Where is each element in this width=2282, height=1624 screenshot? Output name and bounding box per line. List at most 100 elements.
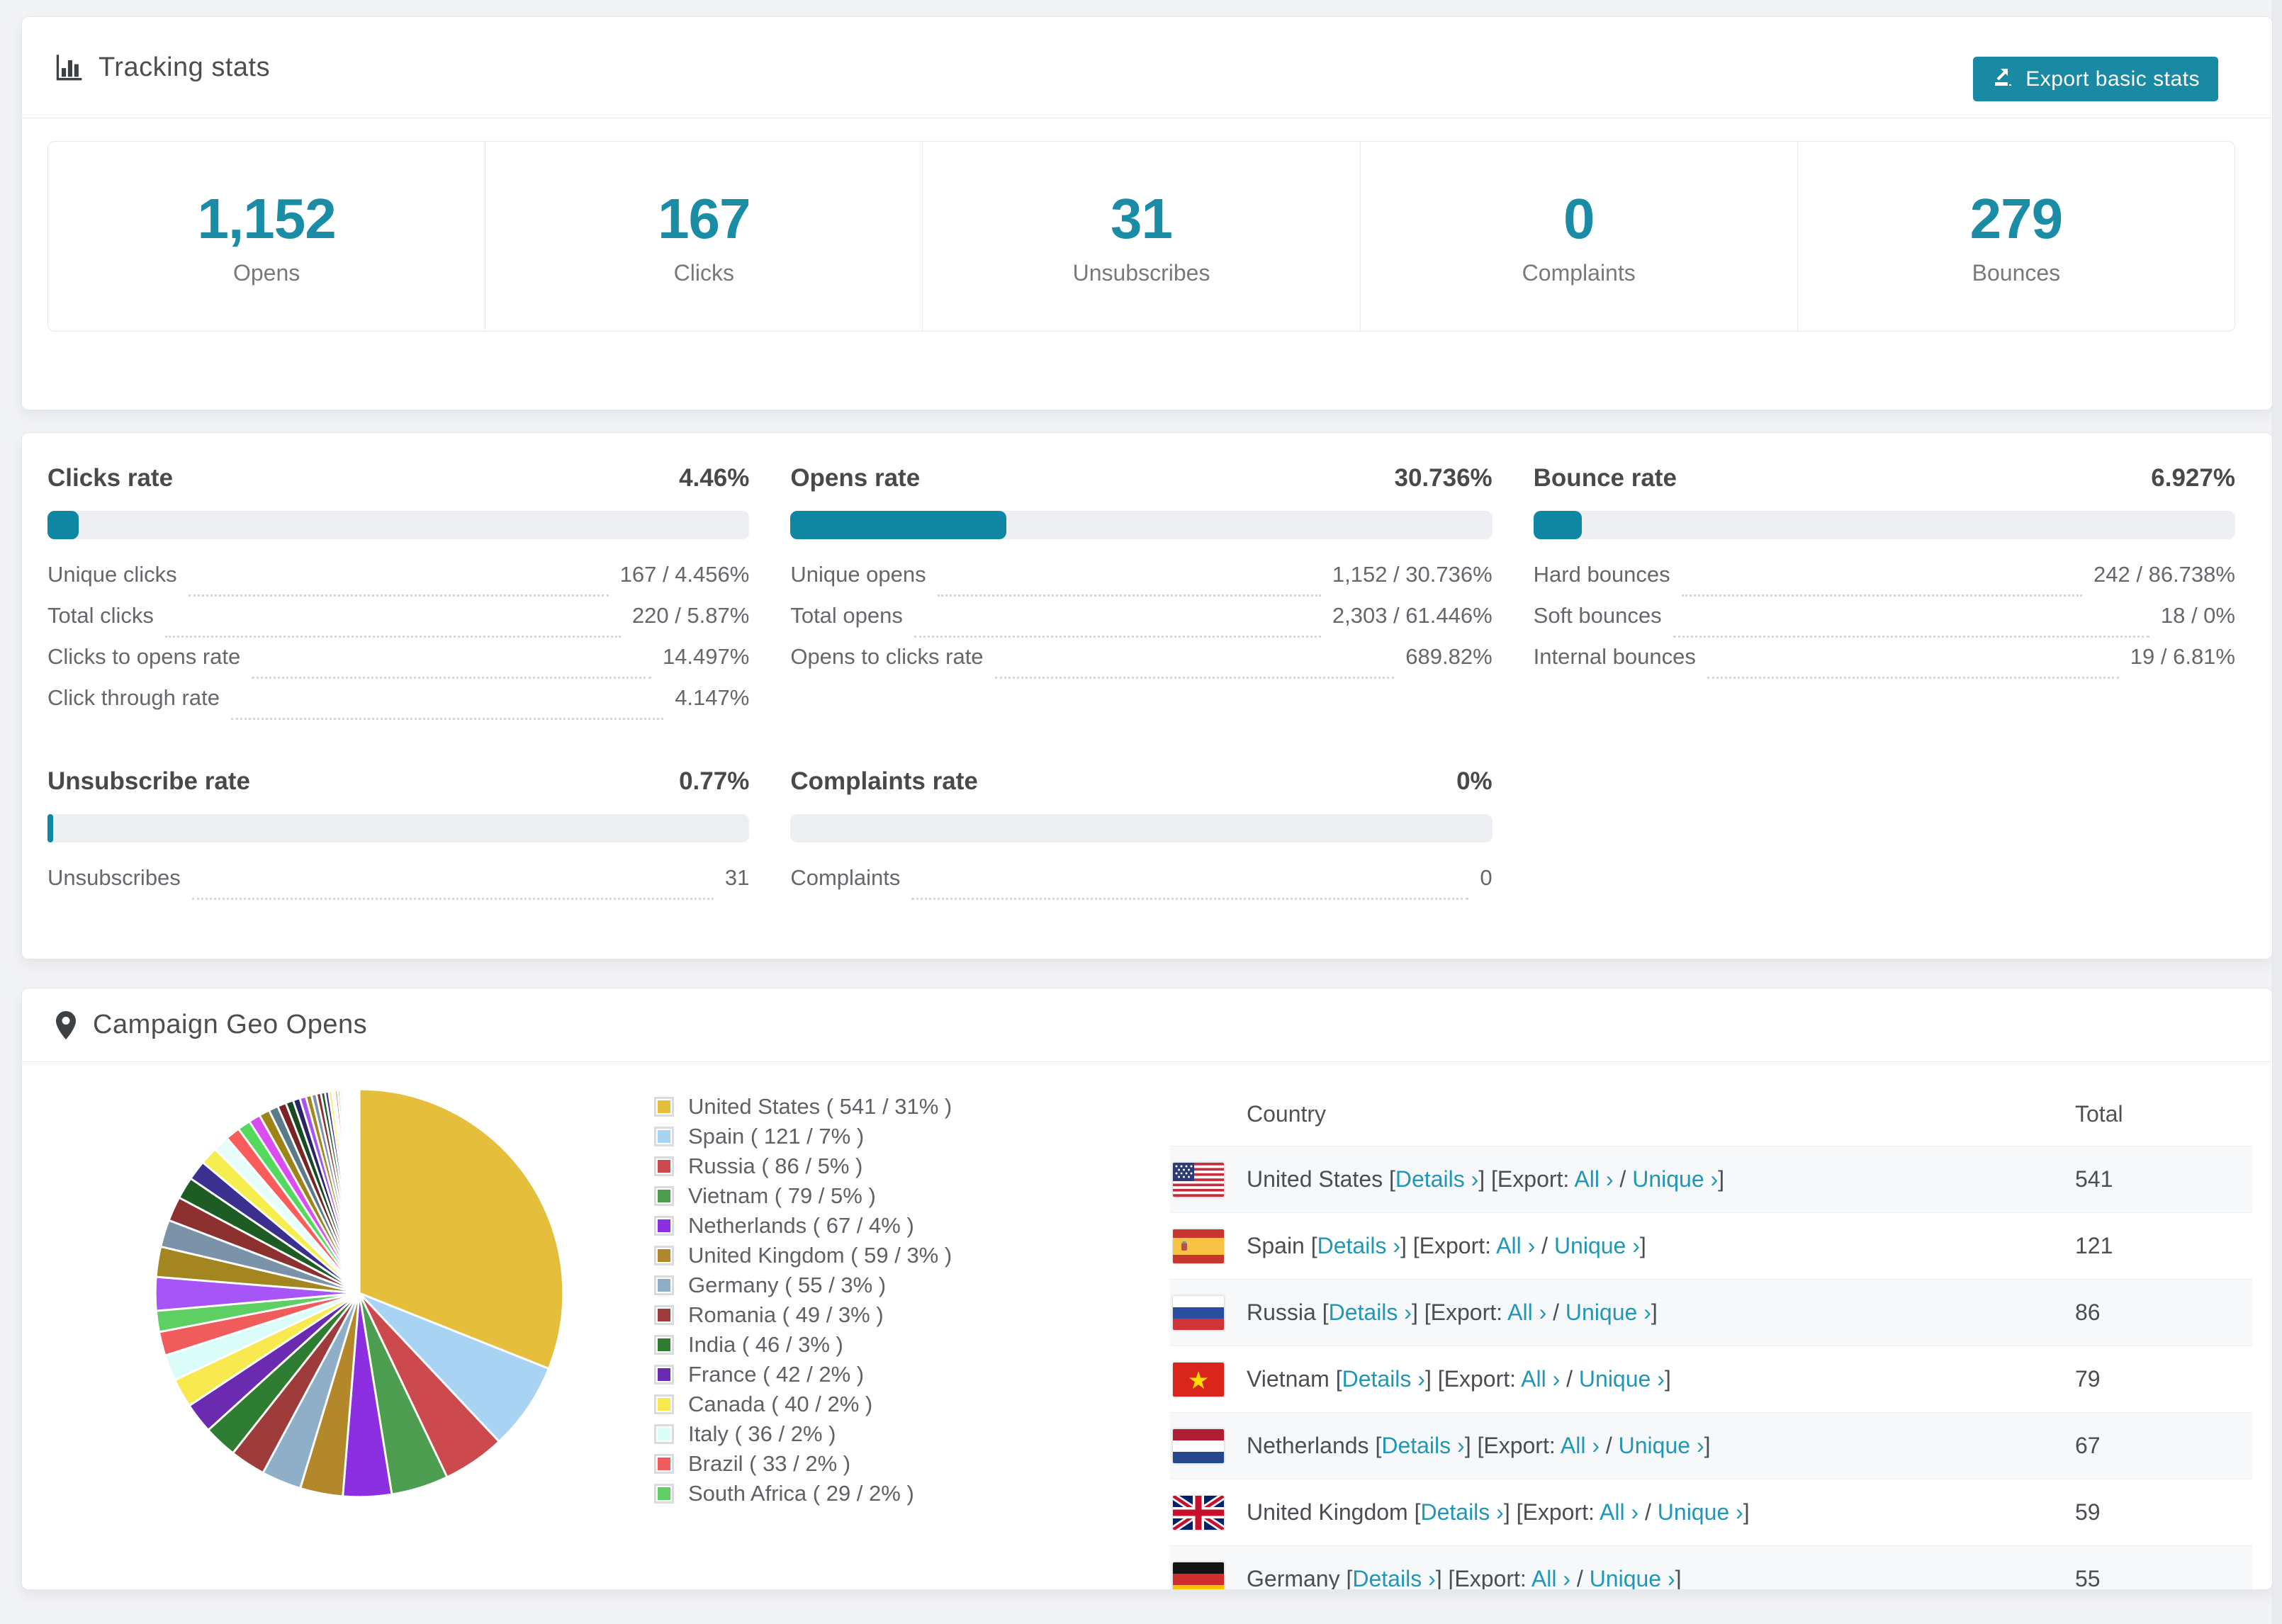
tracking-stats-card: Tracking stats Export basic stats 1,152 …	[21, 16, 2273, 410]
pie-legend: United States ( 541 / 31% ) Spain ( 121 …	[654, 1092, 952, 1509]
rate-block: Complaints rate 0% Complaints 0	[790, 767, 1493, 906]
legend-item[interactable]: Germany ( 55 / 3% )	[654, 1270, 952, 1300]
export-all-link[interactable]: All ›	[1600, 1499, 1639, 1525]
stat-value: 31	[1111, 187, 1173, 250]
export-all-link[interactable]: All ›	[1496, 1233, 1535, 1258]
rate-progress-bar	[790, 814, 1493, 842]
country-flag-icon	[1173, 1229, 1224, 1263]
export-unique-link[interactable]: Unique ›	[1554, 1233, 1640, 1258]
stat-cell: 0 Complaints	[1361, 142, 1798, 331]
stats-summary: 1,152 Opens 167 Clicks 31 Unsubscribes 0…	[47, 141, 2235, 332]
rate-title: Clicks rate	[47, 464, 174, 492]
rate-row-label: Hard bounces	[1533, 562, 1670, 587]
country-total: 86	[2075, 1299, 2101, 1325]
country-total: 121	[2075, 1233, 2113, 1258]
export-unique-link[interactable]: Unique ›	[1579, 1366, 1665, 1392]
page-scrollbar[interactable]	[2272, 0, 2282, 1624]
details-link[interactable]: Details ›	[1317, 1233, 1400, 1258]
country-cell: Vietnam [Details ›] [Export: All › / Uni…	[1247, 1366, 1671, 1392]
legend-color-swatch	[654, 1156, 674, 1176]
rate-progress-bar	[47, 511, 750, 539]
country-total: 79	[2075, 1366, 2101, 1392]
country-flag-icon	[1173, 1295, 1224, 1330]
export-all-link[interactable]: All ›	[1521, 1366, 1560, 1392]
rate-row-value: 689.82%	[1405, 644, 1493, 669]
legend-item[interactable]: United Kingdom ( 59 / 3% )	[654, 1241, 952, 1270]
geo-table-row: United Kingdom [Details ›] [Export: All …	[1170, 1479, 2252, 1545]
country-flag-icon	[1173, 1362, 1224, 1397]
country-name: Spain	[1247, 1233, 1305, 1258]
country-flag-icon	[1173, 1495, 1224, 1530]
export-all-link[interactable]: All ›	[1561, 1433, 1600, 1458]
stat-cell: 1,152 Opens	[48, 142, 486, 331]
legend-item[interactable]: South Africa ( 29 / 2% )	[654, 1479, 952, 1509]
legend-item[interactable]: Spain ( 121 / 7% )	[654, 1122, 952, 1151]
legend-color-swatch	[654, 1394, 674, 1414]
rate-value: 0.77%	[679, 767, 750, 795]
details-link[interactable]: Details ›	[1420, 1499, 1503, 1525]
rate-row-value: 18 / 0%	[2160, 603, 2235, 628]
flag-column-spacer	[1173, 1097, 1224, 1131]
stat-value: 1,152	[197, 187, 337, 250]
dotted-leader	[911, 898, 1469, 900]
details-link[interactable]: Details ›	[1329, 1299, 1412, 1325]
rate-detail-row: Clicks to opens rate 14.497%	[47, 644, 749, 685]
export-unique-link[interactable]: Unique ›	[1632, 1166, 1718, 1192]
export-basic-stats-button[interactable]: Export basic stats	[1973, 57, 2218, 101]
legend-label: United Kingdom ( 59 / 3% )	[688, 1243, 952, 1268]
export-unique-link[interactable]: Unique ›	[1658, 1499, 1743, 1525]
legend-item[interactable]: Italy ( 36 / 2% )	[654, 1419, 952, 1449]
legend-item[interactable]: Russia ( 86 / 5% )	[654, 1151, 952, 1181]
rate-progress-fill	[790, 511, 1006, 539]
geo-opens-pie-chart[interactable]	[141, 1075, 578, 1511]
total-column-header: Total	[2075, 1100, 2123, 1127]
rate-row-label: Click through rate	[47, 685, 220, 710]
dotted-leader	[1681, 594, 2083, 597]
legend-item[interactable]: Netherlands ( 67 / 4% )	[654, 1211, 952, 1241]
rate-detail-row: Hard bounces 242 / 86.738%	[1534, 562, 2235, 603]
rate-block: Opens rate 30.736% Unique opens 1,152 / …	[790, 464, 1493, 726]
export-all-link[interactable]: All ›	[1507, 1299, 1546, 1325]
details-link[interactable]: Details ›	[1381, 1433, 1464, 1458]
legend-item[interactable]: United States ( 541 / 31% )	[654, 1092, 952, 1122]
export-unique-link[interactable]: Unique ›	[1566, 1299, 1651, 1325]
rate-progress-bar	[47, 814, 750, 842]
legend-color-swatch	[654, 1424, 674, 1444]
stat-value: 167	[658, 187, 751, 250]
rate-row-value: 14.497%	[662, 644, 750, 669]
export-icon	[1991, 65, 2016, 94]
geo-table-row: Germany [Details ›] [Export: All › / Uni…	[1170, 1545, 2252, 1589]
legend-item[interactable]: Canada ( 40 / 2% )	[654, 1389, 952, 1419]
geo-opens-table: Country Total United States [Details ›] …	[1170, 1082, 2252, 1589]
stat-label: Unsubscribes	[1072, 260, 1210, 286]
country-name: United States	[1247, 1166, 1383, 1192]
export-all-link[interactable]: All ›	[1531, 1566, 1570, 1589]
rate-value: 30.736%	[1394, 464, 1493, 492]
country-cell: United Kingdom [Details ›] [Export: All …	[1247, 1499, 1750, 1525]
legend-item[interactable]: France ( 42 / 2% )	[654, 1360, 952, 1389]
rate-detail-row: Click through rate 4.147%	[47, 685, 749, 726]
legend-color-swatch	[654, 1127, 674, 1146]
stat-cell: 31 Unsubscribes	[923, 142, 1361, 331]
rate-row-label: Clicks to opens rate	[47, 644, 241, 669]
country-flag-icon	[1173, 1162, 1224, 1197]
stat-value: 0	[1563, 187, 1595, 250]
details-link[interactable]: Details ›	[1395, 1166, 1478, 1192]
rate-row-label: Internal bounces	[1533, 644, 1696, 669]
stat-value: 279	[1969, 187, 2063, 250]
legend-item[interactable]: Brazil ( 33 / 2% )	[654, 1449, 952, 1479]
country-name: Vietnam	[1247, 1366, 1330, 1392]
export-unique-link[interactable]: Unique ›	[1619, 1433, 1704, 1458]
details-link[interactable]: Details ›	[1342, 1366, 1425, 1392]
legend-label: France ( 42 / 2% )	[688, 1362, 865, 1387]
page-title: Tracking stats	[99, 52, 271, 82]
legend-item[interactable]: Vietnam ( 79 / 5% )	[654, 1181, 952, 1211]
rate-row-label: Unique clicks	[47, 562, 177, 587]
details-link[interactable]: Details ›	[1352, 1566, 1435, 1589]
geo-table-header-row: Country Total	[1170, 1082, 2252, 1146]
export-unique-link[interactable]: Unique ›	[1590, 1566, 1675, 1589]
rate-row-value: 220 / 5.87%	[631, 603, 750, 628]
legend-item[interactable]: India ( 46 / 3% )	[654, 1330, 952, 1360]
legend-item[interactable]: Romania ( 49 / 3% )	[654, 1300, 952, 1330]
export-all-link[interactable]: All ›	[1574, 1166, 1613, 1192]
